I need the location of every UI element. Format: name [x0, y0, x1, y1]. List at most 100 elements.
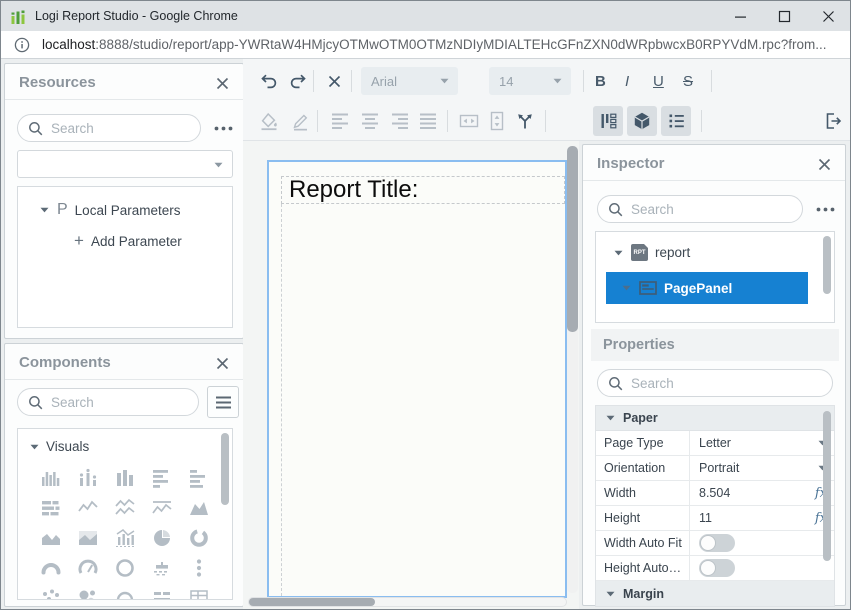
merge-horizontal-button[interactable]	[459, 101, 479, 141]
property-row: Width8.504fx	[596, 481, 834, 506]
strikethrough-button[interactable]: S	[683, 61, 693, 101]
inspector-tree-scrollbar[interactable]	[823, 236, 831, 294]
property-value[interactable]: Portrait	[690, 456, 834, 480]
inspector-more-icon[interactable]	[816, 207, 835, 212]
search-icon	[28, 121, 43, 136]
pie-chart-icon[interactable]	[144, 523, 181, 553]
property-value[interactable]	[690, 556, 834, 580]
mountain-chart-icon[interactable]	[181, 493, 218, 523]
canvas-horizontal-scrollbar[interactable]	[248, 597, 567, 607]
property-group-paper[interactable]: Paper	[596, 406, 834, 431]
property-value[interactable]: Letter	[690, 431, 834, 455]
components-scrollbar[interactable]	[221, 433, 229, 505]
components-search-placeholder: Search	[51, 395, 94, 410]
dial-chart-icon[interactable]	[69, 553, 106, 583]
tree-item-report[interactable]: RPT report	[614, 244, 690, 261]
ring-chart-icon[interactable]	[106, 553, 143, 583]
resources-panel: Resources Search P Local Parameters +	[4, 63, 244, 339]
toggle-switch-off[interactable]	[699, 534, 735, 552]
visuals-group-header[interactable]: Visuals	[30, 439, 89, 454]
toggle-inspector-panel-button[interactable]	[661, 106, 691, 136]
arc-chart-icon[interactable]	[106, 583, 143, 600]
align-right-button[interactable]	[391, 101, 409, 141]
canvas-vertical-scrollbar[interactable]	[567, 146, 578, 593]
minimize-button[interactable]	[718, 1, 762, 31]
property-row: Width Auto Fit	[596, 531, 834, 556]
table-chart-icon[interactable]	[181, 583, 218, 600]
bold-button[interactable]: B	[595, 61, 606, 101]
hbar-stacked-chart-icon[interactable]	[32, 493, 69, 523]
toggle-resources-panel-button[interactable]	[593, 106, 623, 136]
fill-color-button[interactable]	[259, 101, 279, 141]
font-size-select[interactable]: 14	[489, 67, 571, 95]
boxplot-chart-icon[interactable]	[144, 553, 181, 583]
delete-button[interactable]	[327, 61, 342, 101]
url-text[interactable]: localhost:8888/studio/report/app-YWRtaW4…	[42, 37, 826, 52]
collapse-arrow-icon[interactable]	[614, 250, 624, 256]
undo-button[interactable]	[259, 61, 279, 101]
donut-chart-icon[interactable]	[181, 523, 218, 553]
horizontal-scrollbar-thumb[interactable]	[249, 598, 375, 606]
column-chart-icon[interactable]	[106, 463, 143, 493]
italic-button[interactable]: I	[625, 61, 629, 101]
underline-button[interactable]: U	[653, 61, 664, 101]
dot-column-chart-icon[interactable]	[181, 553, 218, 583]
gauge-chart-icon[interactable]	[32, 553, 69, 583]
report-page[interactable]: Report Title:	[267, 160, 567, 598]
properties-scrollbar[interactable]	[823, 411, 831, 561]
combo-chart-icon[interactable]	[106, 523, 143, 553]
page-info-icon[interactable]	[14, 37, 30, 53]
exit-button[interactable]	[823, 101, 843, 141]
search-icon	[608, 376, 623, 391]
components-list-view-button[interactable]	[207, 386, 239, 418]
area-chart-icon[interactable]	[32, 523, 69, 553]
line-chart-icon[interactable]	[69, 493, 106, 523]
resources-search-input[interactable]: Search	[17, 114, 201, 142]
property-group-margin[interactable]: Margin	[596, 581, 834, 606]
property-row: Page TypeLetter	[596, 431, 834, 456]
bar-dot-chart-icon[interactable]	[69, 463, 106, 493]
filled-area-chart-icon[interactable]	[69, 523, 106, 553]
add-parameter-button[interactable]: + Add Parameter	[74, 231, 182, 251]
inspector-title: Inspector	[597, 155, 665, 172]
report-title-cell[interactable]: Report Title:	[281, 176, 565, 204]
property-row: Height11fx	[596, 506, 834, 531]
inspector-search-input[interactable]: Search	[597, 195, 803, 223]
bar-chart-icon[interactable]	[32, 463, 69, 493]
window-close-button[interactable]	[806, 1, 850, 31]
hbar-chart-alt-icon[interactable]	[181, 463, 218, 493]
address-bar[interactable]: localhost:8888/studio/report/app-YWRtaW4…	[1, 31, 850, 59]
redo-button[interactable]	[288, 61, 308, 101]
inspector-close-icon[interactable]	[815, 155, 833, 173]
properties-search-input[interactable]: Search	[597, 369, 833, 397]
tree-item-local-parameters[interactable]: P Local Parameters	[40, 201, 180, 219]
resources-more-icon[interactable]	[214, 126, 233, 131]
align-justify-button[interactable]	[419, 101, 437, 141]
merge-vertical-button[interactable]	[487, 101, 507, 141]
components-search-input[interactable]: Search	[17, 388, 199, 416]
maximize-button[interactable]	[762, 1, 806, 31]
multi-line-chart-icon[interactable]	[106, 493, 143, 523]
toggle-components-panel-button[interactable]	[627, 106, 657, 136]
resources-type-dropdown[interactable]	[17, 150, 233, 178]
property-value[interactable]: 8.504fx	[690, 481, 834, 505]
collapse-arrow-icon[interactable]	[40, 207, 50, 213]
hbar-chart-icon[interactable]	[144, 463, 181, 493]
scatter-chart-icon[interactable]	[32, 583, 69, 600]
font-family-select[interactable]: Arial	[361, 67, 458, 95]
collapse-arrow-icon[interactable]	[622, 285, 632, 291]
tree-item-pagepanel-selected[interactable]: PagePanel	[606, 272, 808, 304]
bubble-chart-icon[interactable]	[69, 583, 106, 600]
vertical-scrollbar-thumb[interactable]	[567, 146, 578, 332]
edit-pen-button[interactable]	[291, 101, 310, 141]
align-left-button[interactable]	[331, 101, 349, 141]
toggle-switch-off[interactable]	[699, 559, 735, 577]
mini-bar-chart-icon[interactable]	[144, 583, 181, 600]
property-value[interactable]: 11fx	[690, 506, 834, 530]
property-value[interactable]	[690, 531, 834, 555]
align-center-button[interactable]	[361, 101, 379, 141]
resources-close-icon[interactable]	[213, 74, 231, 92]
line-baseline-chart-icon[interactable]	[144, 493, 181, 523]
split-button[interactable]	[515, 101, 535, 141]
components-close-icon[interactable]	[213, 354, 231, 372]
